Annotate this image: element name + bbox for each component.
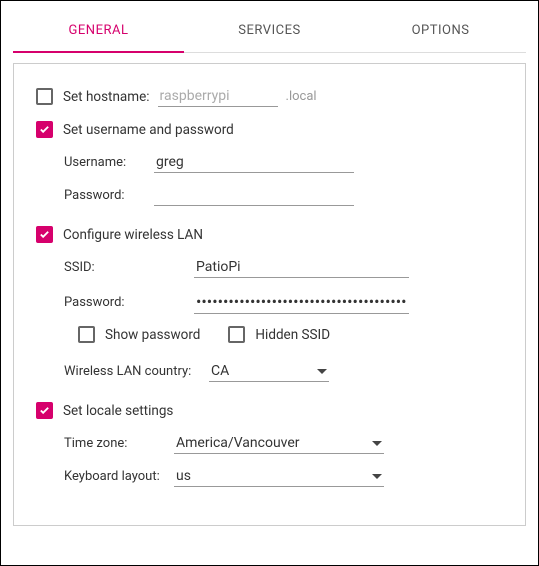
keyboard-select[interactable]: us	[174, 466, 384, 487]
timezone-row: Time zone: America/Vancouver	[64, 433, 503, 454]
wifi-options-row: Show password Hidden SSID	[78, 326, 503, 343]
hostname-checkbox[interactable]	[36, 88, 53, 105]
chevron-down-icon	[372, 441, 382, 446]
ssid-input[interactable]	[194, 257, 409, 278]
password-label: Password:	[64, 188, 154, 203]
show-password-checkbox[interactable]	[78, 326, 95, 343]
locale-checkbox[interactable]	[36, 402, 53, 419]
chevron-down-icon	[317, 369, 327, 374]
hidden-ssid-label: Hidden SSID	[255, 327, 330, 343]
password-input[interactable]	[154, 185, 354, 206]
username-row: Username:	[64, 152, 503, 173]
locale-label: Set locale settings	[63, 403, 173, 419]
wifi-row: Configure wireless LAN	[36, 226, 503, 243]
password-row: Password:	[64, 185, 503, 206]
tab-services[interactable]: SERVICES	[184, 11, 355, 52]
timezone-value: America/Vancouver	[176, 435, 300, 451]
wifi-label: Configure wireless LAN	[63, 227, 203, 243]
hostname-label: Set hostname:	[63, 89, 150, 105]
wifi-country-select[interactable]: CA	[209, 361, 329, 382]
userpass-label: Set username and password	[63, 122, 234, 138]
wifi-country-value: CA	[211, 363, 229, 379]
userpass-checkbox[interactable]	[36, 121, 53, 138]
username-label: Username:	[64, 155, 154, 170]
tab-options[interactable]: OPTIONS	[355, 11, 526, 52]
wifi-password-row: Password:	[64, 290, 503, 314]
tab-bar: GENERAL SERVICES OPTIONS	[13, 11, 526, 53]
wifi-password-label: Password:	[64, 295, 194, 310]
tab-general[interactable]: GENERAL	[13, 11, 184, 52]
show-password-label: Show password	[105, 327, 200, 343]
hostname-input[interactable]	[158, 86, 278, 107]
timezone-select[interactable]: America/Vancouver	[174, 433, 384, 454]
keyboard-row: Keyboard layout: us	[64, 466, 503, 487]
ssid-row: SSID:	[64, 257, 503, 278]
wifi-country-row: Wireless LAN country: CA	[64, 361, 503, 382]
wifi-password-input[interactable]	[194, 290, 409, 314]
userpass-row: Set username and password	[36, 121, 503, 138]
chevron-down-icon	[372, 474, 382, 479]
wifi-checkbox[interactable]	[36, 226, 53, 243]
locale-row: Set locale settings	[36, 402, 503, 419]
hostname-suffix: .local	[286, 89, 317, 104]
username-input[interactable]	[154, 152, 354, 173]
ssid-label: SSID:	[64, 260, 194, 275]
wifi-country-label: Wireless LAN country:	[64, 364, 209, 379]
hostname-row: Set hostname: .local	[36, 86, 503, 107]
keyboard-label: Keyboard layout:	[64, 469, 174, 484]
keyboard-value: us	[176, 468, 191, 484]
settings-panel: Set hostname: .local Set username and pa…	[13, 63, 526, 526]
timezone-label: Time zone:	[64, 436, 174, 451]
hidden-ssid-checkbox[interactable]	[228, 326, 245, 343]
